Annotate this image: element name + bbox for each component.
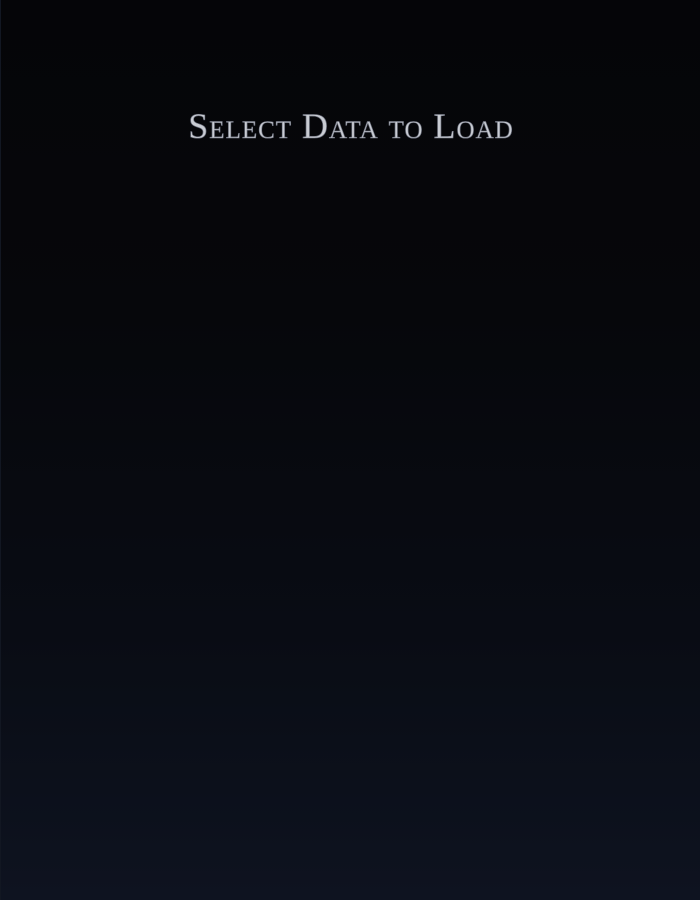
screen-title: Select Data to Load bbox=[188, 106, 514, 147]
load-data-screen: Select Data to Load bbox=[0, 0, 700, 900]
